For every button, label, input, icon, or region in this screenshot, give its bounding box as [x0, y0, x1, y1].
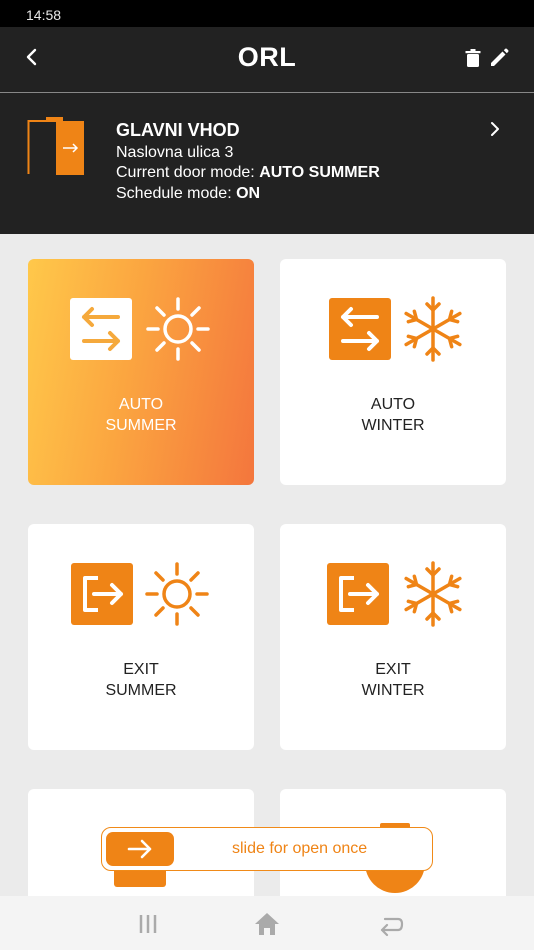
pencil-icon[interactable]: [488, 47, 510, 69]
mode-label: EXIT SUMMER: [28, 659, 254, 701]
mode-label-line1: AUTO: [118, 396, 164, 413]
mode-label-line1: AUTO: [370, 396, 416, 413]
status-time: 14:58: [26, 7, 62, 23]
schedule-mode-value: ON: [236, 184, 261, 202]
door-mode-label: Current door mode:: [116, 164, 260, 181]
door-address: Naslovna ulica 3: [116, 143, 234, 161]
door-mode-value: AUTO SUMMER: [259, 164, 380, 181]
mode-label-line2: WINTER: [361, 682, 425, 699]
door-name: GLAVNI VHOD: [116, 120, 240, 140]
chevron-right-icon[interactable]: [486, 120, 504, 138]
mode-label: EXIT WINTER: [280, 659, 506, 701]
door-mode-line: Current door mode: AUTO SUMMER: [116, 163, 380, 184]
door-info-panel[interactable]: GLAVNI VHOD Naslovna ulica 3 Current doo…: [0, 93, 534, 234]
page-title: ORL: [237, 42, 297, 72]
mode-card-auto-summer[interactable]: AUTO SUMMER: [28, 259, 254, 485]
app-bar: ORL: [0, 27, 534, 92]
door-info: GLAVNI VHOD Naslovna ulica 3 Current doo…: [116, 120, 380, 204]
mode-label-line2: WINTER: [361, 417, 425, 434]
snowflake-icon: [404, 561, 462, 627]
arrow-right-icon: [127, 839, 152, 859]
mode-card-exit-winter[interactable]: EXIT WINTER: [280, 524, 506, 750]
home-icon[interactable]: [253, 910, 281, 938]
back-nav-icon[interactable]: [376, 910, 404, 938]
sun-icon: [146, 297, 210, 361]
mode-label-line2: SUMMER: [105, 417, 177, 434]
snowflake-icon: [404, 296, 462, 362]
slide-knob[interactable]: [106, 832, 174, 866]
auto-arrows-icon: [329, 298, 391, 360]
door-icon: [27, 117, 84, 175]
mode-label-line2: SUMMER: [105, 682, 177, 699]
trash-icon[interactable]: [464, 48, 482, 68]
exit-icon: [71, 563, 133, 625]
mode-card-exit-summer[interactable]: EXIT SUMMER: [28, 524, 254, 750]
slide-label: slide for open once: [232, 840, 368, 857]
mode-label-line1: EXIT: [375, 661, 411, 678]
mode-label-line1: EXIT: [123, 661, 159, 678]
status-bar: 14:58: [0, 0, 534, 27]
slide-to-open-bar[interactable]: slide for open once: [101, 827, 433, 871]
mode-icons: [327, 561, 462, 627]
recent-apps-icon[interactable]: [135, 910, 163, 938]
mode-icons: [329, 296, 462, 362]
schedule-mode-label: Schedule mode:: [116, 184, 237, 202]
mode-icons: [70, 297, 210, 361]
mode-card-auto-winter[interactable]: AUTO WINTER: [280, 259, 506, 485]
schedule-mode-line: Schedule mode: ON: [116, 184, 380, 205]
mode-label: AUTO WINTER: [280, 394, 506, 436]
sun-icon: [145, 562, 209, 626]
exit-icon: [327, 563, 389, 625]
mode-label: AUTO SUMMER: [28, 394, 254, 436]
system-nav-bar: [0, 896, 534, 950]
mode-icons: [71, 562, 209, 626]
auto-arrows-icon: [70, 298, 132, 360]
